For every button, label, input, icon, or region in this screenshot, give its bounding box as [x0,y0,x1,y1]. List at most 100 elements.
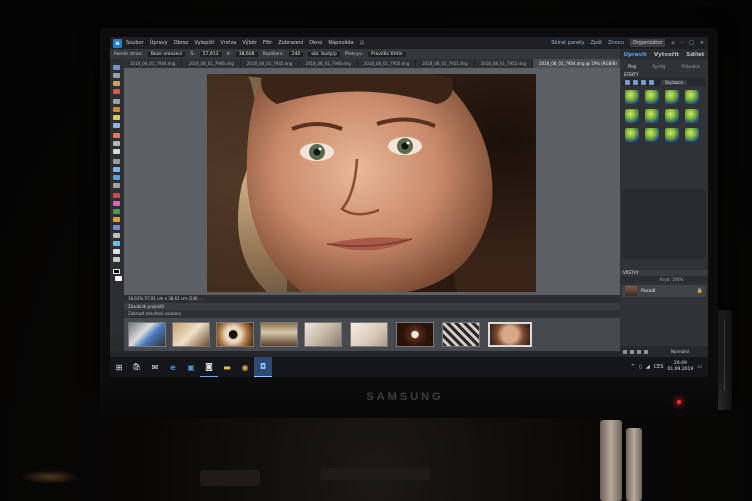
layer-row[interactable]: Pozadí 🔒 [622,285,706,297]
canvas-area[interactable] [124,68,620,295]
resolution-field[interactable]: 240 [288,51,304,57]
marquee-tool-icon[interactable] [113,99,120,104]
bin-thumbnail[interactable] [216,322,254,347]
store-icon[interactable]: 🛍 [128,357,146,377]
network-icon[interactable]: ▯ [639,364,642,370]
document-tab-active[interactable]: 2018_08_01_7954.dng @ 19% (RGB/8) [533,59,620,68]
red-eye-tool-icon[interactable] [113,133,120,138]
effect-swatch[interactable] [665,90,679,104]
straighten-tool-icon[interactable] [113,183,120,188]
minimize-icon[interactable]: – [681,40,684,46]
document-tab[interactable]: 2018_08_01_7950.dng [358,59,417,68]
height-field[interactable]: 38,608 [235,51,258,57]
content-aware-move-icon[interactable] [113,175,120,180]
magic-wand-tool-icon[interactable] [113,115,120,120]
clone-stamp-icon[interactable] [113,149,120,154]
healing-brush-icon[interactable] [113,141,120,146]
bin-thumbnail-active[interactable] [488,322,532,347]
document-tab[interactable]: 2018_08_01_7951.dng [416,59,475,68]
bin-thumbnail[interactable] [304,322,342,347]
hand-tool-icon[interactable] [113,81,120,86]
organizer-button[interactable]: Organizátor [629,39,666,47]
crop-tool-icon[interactable] [113,159,120,164]
maximize-icon[interactable]: □ [689,40,694,46]
foreground-color-swatch[interactable] [113,269,120,274]
recompose-tool-icon[interactable] [113,167,120,172]
file-explorer-icon[interactable]: ▬ [218,357,236,377]
adjustment-layer-icon[interactable] [630,349,634,354]
start-button-icon[interactable]: ⊞ [110,357,128,377]
effect-swatch[interactable] [645,109,659,123]
photoshop-elements-icon[interactable]: ◙ [200,357,218,377]
menu-layer[interactable]: Vrstva [220,40,236,46]
gradient-tool-icon[interactable] [113,217,120,222]
bin-thumbnail[interactable] [350,322,388,347]
layers-opacity[interactable]: Krytí: 100% [620,276,708,283]
menu-image[interactable]: Obraz [174,40,189,46]
menu-edit[interactable]: Úpravy [150,40,168,46]
bin-thumbnail[interactable] [172,322,210,347]
lasso-tool-icon[interactable] [113,107,120,112]
document-tab[interactable]: 2018_08_01_7948.dng [299,59,358,68]
eraser-tool-icon[interactable] [113,201,120,206]
subtab-guided[interactable]: Průvodce [681,64,700,69]
menu-enhance[interactable]: Vylepšit [194,40,214,46]
document-tab[interactable]: 2018_08_01_7945.dng [241,59,300,68]
pse-editor-icon[interactable]: ◘ [254,357,272,377]
chrome-icon[interactable]: ◉ [236,357,254,377]
bin-thumbnail[interactable] [260,322,298,347]
effect-swatch[interactable] [625,109,639,123]
overlay-select[interactable]: Pravidlo třetin [368,51,406,57]
bin-thumbnail[interactable] [442,322,480,347]
new-layer-icon[interactable] [623,349,627,354]
clock[interactable]: 20:49 01.09.2019 [668,361,694,373]
menu-filter[interactable]: Filtr [263,40,272,46]
menu-window[interactable]: Okno [309,40,322,46]
effect-swatch[interactable] [665,109,679,123]
effect-swatch[interactable] [665,128,679,142]
filters-icon[interactable] [625,79,630,85]
document-photo[interactable] [207,74,536,292]
edge-browser-icon[interactable]: e [164,357,182,377]
undo-button[interactable]: Zpět [590,40,602,46]
tab-share[interactable]: Sdílet [686,52,704,58]
zoom-tool-icon[interactable] [113,73,120,78]
bin-thumbnail[interactable] [128,322,166,347]
project-bin-dropdown[interactable]: Zobrazit otevřené soubory [124,310,620,318]
document-tab[interactable]: 2018_08_01_7952.dng [475,59,534,68]
effect-swatch[interactable] [685,90,699,104]
subtab-quick[interactable]: Rychlý [652,64,665,69]
blur-tool-icon[interactable] [113,233,120,238]
tab-create[interactable]: Vytvořit [654,52,679,58]
eyedropper-tool-icon[interactable] [113,89,120,94]
effect-swatch[interactable] [625,128,639,142]
shape-tool-icon[interactable] [113,225,120,230]
photo-effects-icon[interactable] [641,79,646,85]
volume-icon[interactable]: ◢ [646,364,650,370]
tab-edit[interactable]: Upravit [624,52,647,58]
selection-brush-icon[interactable] [113,123,120,128]
tray-expand-icon[interactable]: ^ [631,364,635,370]
effect-swatch[interactable] [685,128,699,142]
ratio-select[interactable]: Beze omezení [147,51,186,57]
effect-swatch[interactable] [625,90,639,104]
menu-help[interactable]: Nápověda [328,40,353,46]
menu-view[interactable]: Zobrazení [278,40,303,46]
document-tab[interactable]: 2018_08_01_7946.dng [182,59,241,68]
width-field[interactable]: 57,913 [199,51,222,57]
collect-panels-button[interactable]: Sbírat panely [551,40,584,46]
effect-swatch[interactable] [645,90,659,104]
effect-swatch[interactable] [685,109,699,123]
effect-swatch[interactable] [645,128,659,142]
redo-button[interactable]: Znovu [608,40,624,46]
lock-icon[interactable]: 🔒 [697,288,703,294]
bin-thumbnail[interactable] [396,322,434,347]
all-effects-icon[interactable] [649,79,654,85]
move-tool-icon[interactable] [113,65,120,70]
paint-bucket-icon[interactable] [113,209,120,214]
maps-icon[interactable]: ▣ [182,357,200,377]
language-indicator[interactable]: CES [654,364,664,370]
document-tab[interactable]: 2018_08_01_7944.dng [124,59,183,68]
home-icon[interactable]: ⌂ [671,40,674,46]
window-layout-icon[interactable]: ▤ [360,40,365,46]
